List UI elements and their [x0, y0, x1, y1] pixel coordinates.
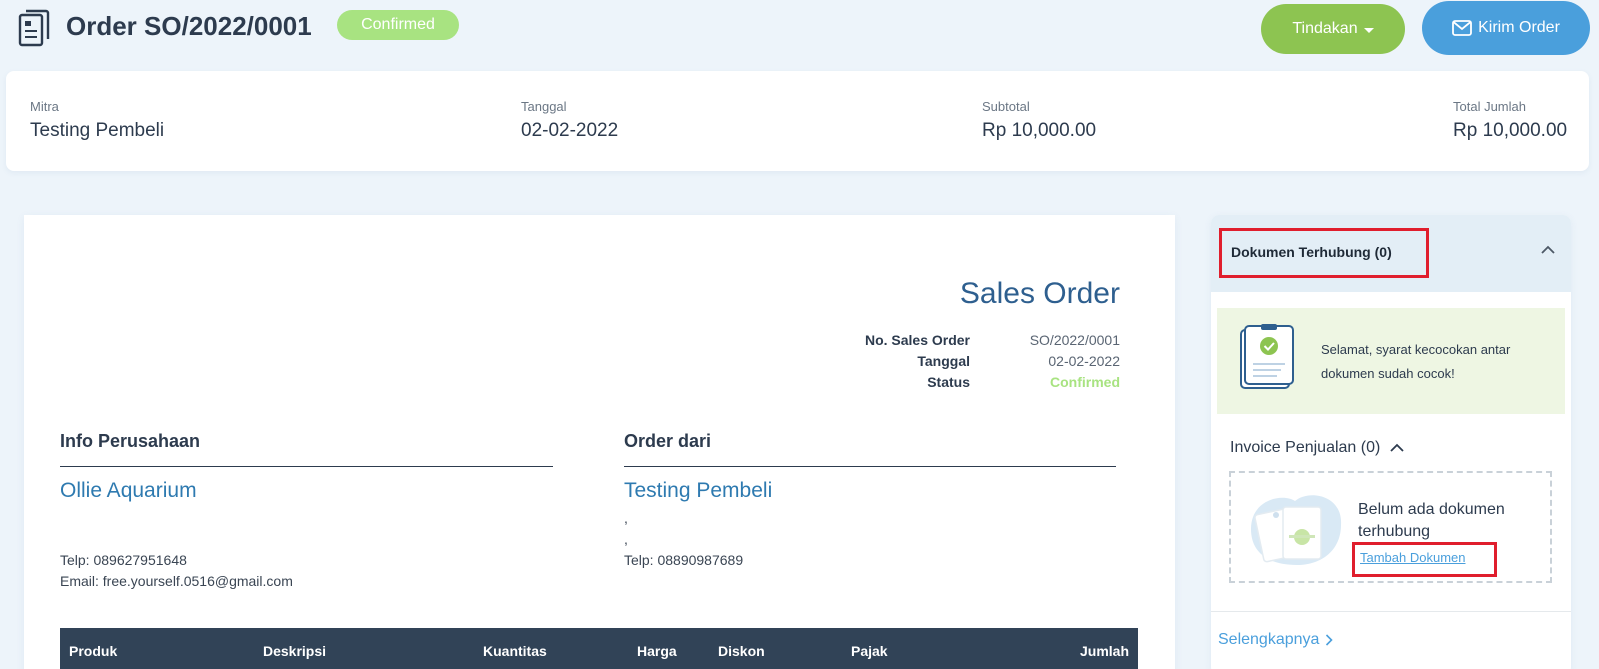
actions-dropdown-button[interactable]: Tindakan — [1261, 4, 1405, 54]
document-heading: Sales Order — [959, 277, 1120, 310]
envelope-icon — [1452, 20, 1473, 36]
meta-status-value: Confirmed — [1050, 373, 1120, 390]
see-more-link[interactable]: Selengkapnya — [1218, 631, 1334, 649]
column-header: Diskon — [718, 643, 765, 659]
clipboard-check-icon — [1240, 324, 1294, 389]
status-badge: Confirmed — [337, 10, 459, 40]
send-button-label: Kirim Order — [1478, 19, 1560, 36]
sales-order-document: Sales Order No. Sales Order SO/2022/0001… — [24, 215, 1175, 669]
document-meta: No. Sales Order SO/2022/0001 Tanggal 02-… — [850, 329, 1120, 392]
total-value: Rp 10,000.00 — [1453, 120, 1568, 141]
meta-value: 02-02-2022 — [1048, 352, 1120, 369]
page-title: Order SO/2022/0001 — [66, 11, 312, 41]
summary-total: Total Jumlah Rp 10,000.00 — [1453, 99, 1567, 142]
column-header: Produk — [69, 643, 118, 659]
summary-subtotal: Subtotal Rp 10,000.00 — [982, 99, 1096, 142]
chevron-up-icon — [1390, 443, 1404, 452]
customer-name: Testing Pembeli — [624, 479, 773, 502]
customer-info: Order dari Testing Pembeli , , Telp: 088… — [624, 431, 1116, 571]
see-more-label: Selengkapnya — [1218, 631, 1320, 648]
summary-card: Mitra Testing Pembeli Tanggal 02-02-2022… — [6, 71, 1589, 171]
match-success-message: Selamat, syarat kecocokan antar dokumen … — [1321, 342, 1511, 381]
subtotal-value: Rp 10,000.00 — [982, 120, 1097, 141]
send-order-button[interactable]: Kirim Order — [1422, 1, 1590, 55]
chevron-right-icon — [1326, 634, 1334, 646]
meta-row: Status Confirmed — [850, 371, 1120, 392]
summary-date: Tanggal 02-02-2022 — [521, 99, 618, 142]
meta-row: No. Sales Order SO/2022/0001 — [850, 329, 1120, 350]
column-header: Jumlah — [1079, 643, 1129, 659]
customer-phone: Telp: 08890987689 — [624, 552, 744, 568]
column-header: Pajak — [851, 643, 888, 659]
column-header: Deskripsi — [263, 643, 327, 659]
table-header: Produk Deskripsi Kuantitas Harga Diskon … — [60, 628, 1138, 669]
empty-documents-illustration-icon — [1251, 495, 1342, 565]
meta-label: Status — [927, 373, 970, 390]
empty-documents-message: Belum ada dokumen terhubung — [1358, 501, 1505, 540]
subtotal-label: Subtotal — [982, 99, 1030, 114]
company-email: Email: free.yourself.0516@gmail.com — [60, 573, 293, 589]
caret-down-icon — [1363, 27, 1374, 33]
company-info: Info Perusahaan Ollie Aquarium Telp: 089… — [60, 431, 553, 592]
meta-row: Tanggal 02-02-2022 — [850, 350, 1120, 371]
customer-heading: Order dari — [624, 431, 1116, 467]
actions-button-label: Tindakan — [1292, 20, 1358, 37]
document-icon — [18, 9, 50, 47]
empty-linked-documents: Belum ada dokumen terhubung Tambah Dokum… — [1229, 471, 1552, 583]
match-success-box: Selamat, syarat kecocokan antar dokumen … — [1217, 308, 1565, 414]
linked-documents-panel: Dokumen Terhubung (0) Selamat, syarat ke… — [1211, 215, 1571, 669]
date-value: 02-02-2022 — [521, 120, 619, 141]
meta-label: No. Sales Order — [864, 331, 970, 348]
summary-partner: Mitra Testing Pembeli — [30, 99, 164, 142]
company-name: Ollie Aquarium — [60, 479, 197, 502]
customer-address-line: , — [624, 510, 628, 526]
date-label: Tanggal — [521, 99, 567, 114]
add-document-link[interactable]: Tambah Dokumen — [1352, 542, 1497, 577]
linked-documents-title: Dokumen Terhubung (0) — [1219, 228, 1429, 278]
partner-label: Mitra — [30, 99, 59, 114]
customer-address-line: , — [624, 531, 628, 547]
linked-documents-header[interactable]: Dokumen Terhubung (0) — [1211, 215, 1571, 292]
chevron-up-icon[interactable] — [1541, 243, 1555, 257]
sales-invoice-heading: Invoice Penjualan (0) — [1230, 439, 1381, 456]
column-header: Kuantitas — [483, 643, 547, 659]
total-label: Total Jumlah — [1453, 99, 1526, 114]
meta-label: Tanggal — [917, 352, 970, 369]
column-header: Harga — [637, 643, 677, 659]
company-heading: Info Perusahaan — [60, 431, 553, 467]
divider — [1211, 611, 1571, 612]
meta-value: SO/2022/0001 — [1029, 331, 1120, 348]
partner-value: Testing Pembeli — [30, 120, 165, 141]
sales-invoice-section-toggle[interactable]: Invoice Penjualan (0) — [1230, 439, 1404, 457]
company-phone: Telp: 089627951648 — [60, 552, 187, 568]
